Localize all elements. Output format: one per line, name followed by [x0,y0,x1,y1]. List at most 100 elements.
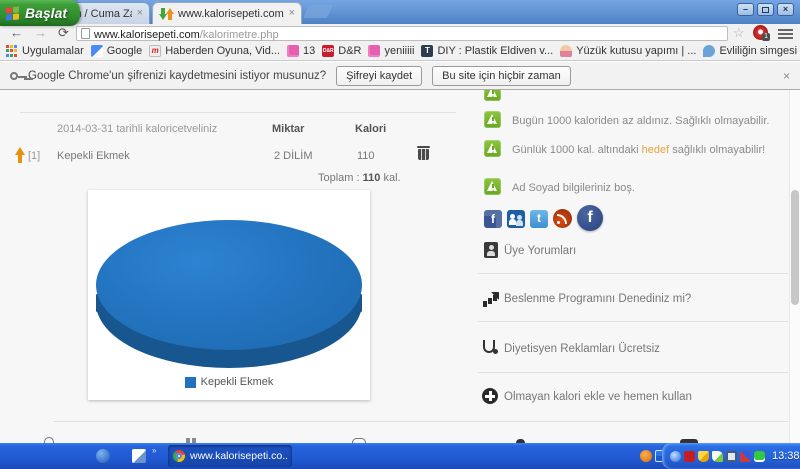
tray-windows-update-shield-icon[interactable] [698,451,709,462]
bookmark-diy[interactable]: T DIY : Plastik Eldiven v... [421,45,553,57]
task-button-label: www.kalorisepeti.co... [190,450,287,462]
bookmark-13[interactable]: 13 [287,45,315,57]
bookmark-yeniiiii[interactable]: yeniiiii [368,45,414,57]
warning-icon-3 [484,178,501,195]
password-save-infobar: Google Chrome'un şifrenizi kaydetmesini … [0,61,800,90]
forward-icon[interactable]: → [34,25,47,40]
quicklaunch-doc-icon[interactable] [132,449,146,463]
bookmark-yuzuk[interactable]: Yüzük kutusu yapımı | ... [560,45,696,57]
total-line: Toplam : 110 kal. [318,172,401,184]
legend-swatch [185,377,196,388]
apps-grid-icon [6,45,18,57]
row-index: [1] [28,150,40,162]
total-value: 110 [363,172,381,184]
task-button-kalorisepeti[interactable]: www.kalorisepeti.co... [168,445,292,467]
address-bar[interactable]: www.kalorisepeti.com/kalorimetre.php [76,26,728,41]
mynet-favicon: m [149,45,161,57]
table-date-header: 2014-03-31 tarihli kaloricetveliniz [57,123,217,135]
pink-favicon [287,45,299,57]
start-label: Başlat [25,5,67,21]
alert-2-text: Günlük 1000 kal. altındaki hedef sağlıkl… [512,144,765,156]
row-food-name[interactable]: Kepekli Ekmek [57,150,130,162]
bookmark-star-icon[interactable]: ☆ [733,25,745,41]
stethoscope-icon [483,340,495,353]
rss-feed-icon[interactable] [553,209,572,228]
url-path: /kalorimetre.php [200,29,279,41]
row-calories: 110 [357,150,375,162]
scrollbar-thumb[interactable] [791,190,799,305]
alert-3-text: Ad Soyad bilgileriniz boş. [512,182,635,194]
facebook-share-icon[interactable]: f [484,210,502,228]
tumblr-favicon: T [421,45,433,57]
twitter-icon[interactable]: t [530,210,548,228]
bookmark-evlilik[interactable]: Evliliğin simgesi olan al... [703,45,800,57]
warning-icon-1 [484,111,501,128]
web-page: 2014-03-31 tarihli kaloricetveliniz Mikt… [0,90,800,443]
bookmark-apps[interactable]: Uygulamalar [6,45,84,57]
member-comments-link[interactable]: Üye Yorumları [504,245,576,257]
tray-messenger-icon[interactable] [754,451,765,462]
extension-icon[interactable]: 1 [753,25,768,40]
start-button[interactable]: Başlat [0,0,80,26]
tray-adobe-icon[interactable] [684,451,695,462]
never-save-button[interactable]: Bu site için hiçbir zaman [432,66,571,86]
tray-network-monitor-icon[interactable] [726,451,737,462]
facebook-badge-icon[interactable]: f [577,205,603,231]
quicklaunch-overflow-icon[interactable]: » [152,446,156,455]
myspace-icon[interactable] [507,210,525,228]
extension-badge: 1 [762,33,770,41]
dr-favicon: D&R [322,45,334,57]
minimize-button[interactable]: – [737,3,754,16]
rank-up-arrow-icon [15,147,25,163]
tab-kalorisepeti[interactable]: www.kalorisepeti.com/kalori × [152,2,302,24]
alert-1-text: Bugün 1000 kaloriden az aldınız. Sağlıkl… [512,115,769,127]
col-kalori: Kalori [355,123,386,135]
pie-chart-panel: Kepekli Ekmek [88,190,370,400]
delete-row-trash-icon[interactable] [418,146,429,160]
bookmark-dr[interactable]: D&R D&R [322,45,361,57]
row-amount: 2 DİLİM [274,150,313,162]
google-favicon [91,45,103,57]
cupcake-favicon [560,45,572,57]
tab2-title: www.kalorisepeti.com/kalori [178,8,284,20]
nutrition-program-link[interactable]: Beslenme Programını Denediniz mi? [504,293,691,305]
nutrition-program-chart-icon [482,292,499,307]
close-button[interactable]: × [777,3,794,16]
quicklaunch-app-icon[interactable] [96,449,110,463]
reload-icon[interactable]: ⟳ [58,25,69,40]
legend-label: Kepekli Ekmek [201,376,274,388]
warning-icon-2 [484,140,501,157]
pink-favicon-2 [368,45,380,57]
chart-legend: Kepekli Ekmek [88,376,370,388]
tab2-close-icon[interactable]: × [289,8,295,19]
member-comments-icon [484,242,498,258]
windows-logo-icon [6,6,20,20]
blue-favicon [703,45,715,57]
col-miktar: Miktar [272,123,304,135]
pie-slice-kepekli-ekmek[interactable] [96,220,362,350]
tray-leaf-icon[interactable] [712,451,723,462]
bookmark-google[interactable]: Google [91,45,142,57]
tray-app-icon[interactable] [740,451,751,462]
menu-icon[interactable] [778,27,793,41]
url-host: www.kalorisepeti.com [94,29,200,41]
tab1-close-icon[interactable]: × [137,8,143,19]
tray-hide-icons-chevron[interactable] [670,451,681,462]
footer-divider [53,421,788,422]
sidebar-divider-2 [478,321,788,322]
task-chrome-icon [173,450,185,462]
save-password-button[interactable]: Şifreyi kaydet [336,66,422,86]
infobar-close-icon[interactable]: × [783,69,790,83]
back-icon[interactable]: ← [10,25,23,40]
kalorisepeti-favicon [159,7,173,21]
bookmark-haberden[interactable]: m Haberden Oyuna, Vid... [149,45,280,57]
key-icon [10,72,18,80]
maximize-button[interactable] [757,3,774,16]
hedef-link[interactable]: hedef [642,144,670,156]
dietitian-ads-link[interactable]: Diyetisyen Reklamları Ücretsiz [504,343,660,355]
add-calorie-link[interactable]: Olmayan kalori ekle ve hemen kullan [504,391,692,403]
tray-avast-icon[interactable] [640,450,652,462]
bookmarks-bar: Uygulamalar Google m Haberden Oyuna, Vid… [0,42,800,61]
sidebar-divider-3 [478,372,788,373]
tray-clock: 13:38 [772,450,800,462]
